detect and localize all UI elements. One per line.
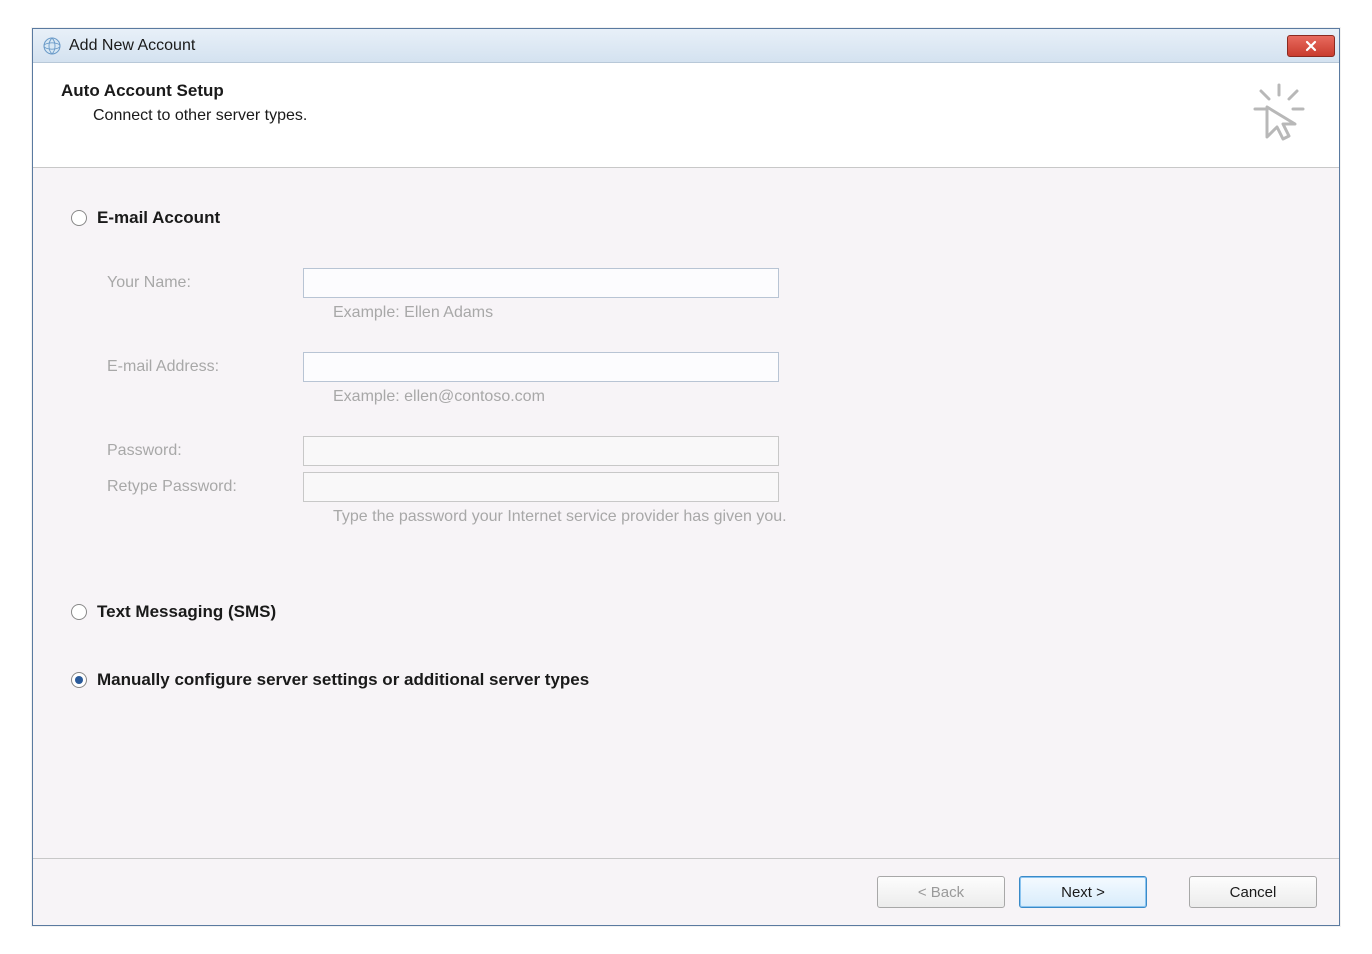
your-name-label: Your Name: — [107, 274, 303, 292]
cursor-click-icon — [1247, 81, 1311, 145]
option-label: Text Messaging (SMS) — [97, 602, 276, 622]
radio-icon — [71, 672, 87, 688]
option-sms[interactable]: Text Messaging (SMS) — [71, 602, 1311, 622]
wizard-header: Auto Account Setup Connect to other serv… — [33, 63, 1339, 168]
password-label: Password: — [107, 442, 303, 460]
retype-password-label: Retype Password: — [107, 478, 303, 496]
email-form: Your Name: Example: Ellen Adams E-mail A… — [107, 268, 1311, 526]
radio-icon — [71, 604, 87, 620]
cancel-button[interactable]: Cancel — [1189, 876, 1317, 908]
titlebar: Add New Account — [33, 29, 1339, 63]
wizard-footer: < Back Next > Cancel — [33, 859, 1339, 925]
email-address-label: E-mail Address: — [107, 358, 303, 376]
next-button[interactable]: Next > — [1019, 876, 1147, 908]
page-subtitle: Connect to other server types. — [61, 107, 1247, 125]
app-icon — [43, 37, 61, 55]
option-label: E-mail Account — [97, 208, 220, 228]
wizard-body: E-mail Account Your Name: Example: Ellen… — [33, 168, 1339, 859]
option-manual-configure[interactable]: Manually configure server settings or ad… — [71, 670, 1311, 690]
email-address-field — [303, 352, 779, 382]
radio-icon — [71, 210, 87, 226]
option-label: Manually configure server settings or ad… — [97, 670, 589, 690]
password-hint: Type the password your Internet service … — [333, 508, 1311, 526]
email-address-hint: Example: ellen@contoso.com — [333, 388, 1311, 406]
password-field — [303, 436, 779, 466]
back-button: < Back — [877, 876, 1005, 908]
page-title: Auto Account Setup — [61, 81, 1247, 101]
option-email-account[interactable]: E-mail Account — [71, 208, 1311, 228]
close-icon — [1304, 39, 1318, 53]
add-account-dialog: Add New Account Auto Account Setup Conne… — [32, 28, 1340, 926]
retype-password-field — [303, 472, 779, 502]
your-name-hint: Example: Ellen Adams — [333, 304, 1311, 322]
window-title: Add New Account — [69, 37, 1287, 55]
your-name-field — [303, 268, 779, 298]
close-button[interactable] — [1287, 35, 1335, 57]
